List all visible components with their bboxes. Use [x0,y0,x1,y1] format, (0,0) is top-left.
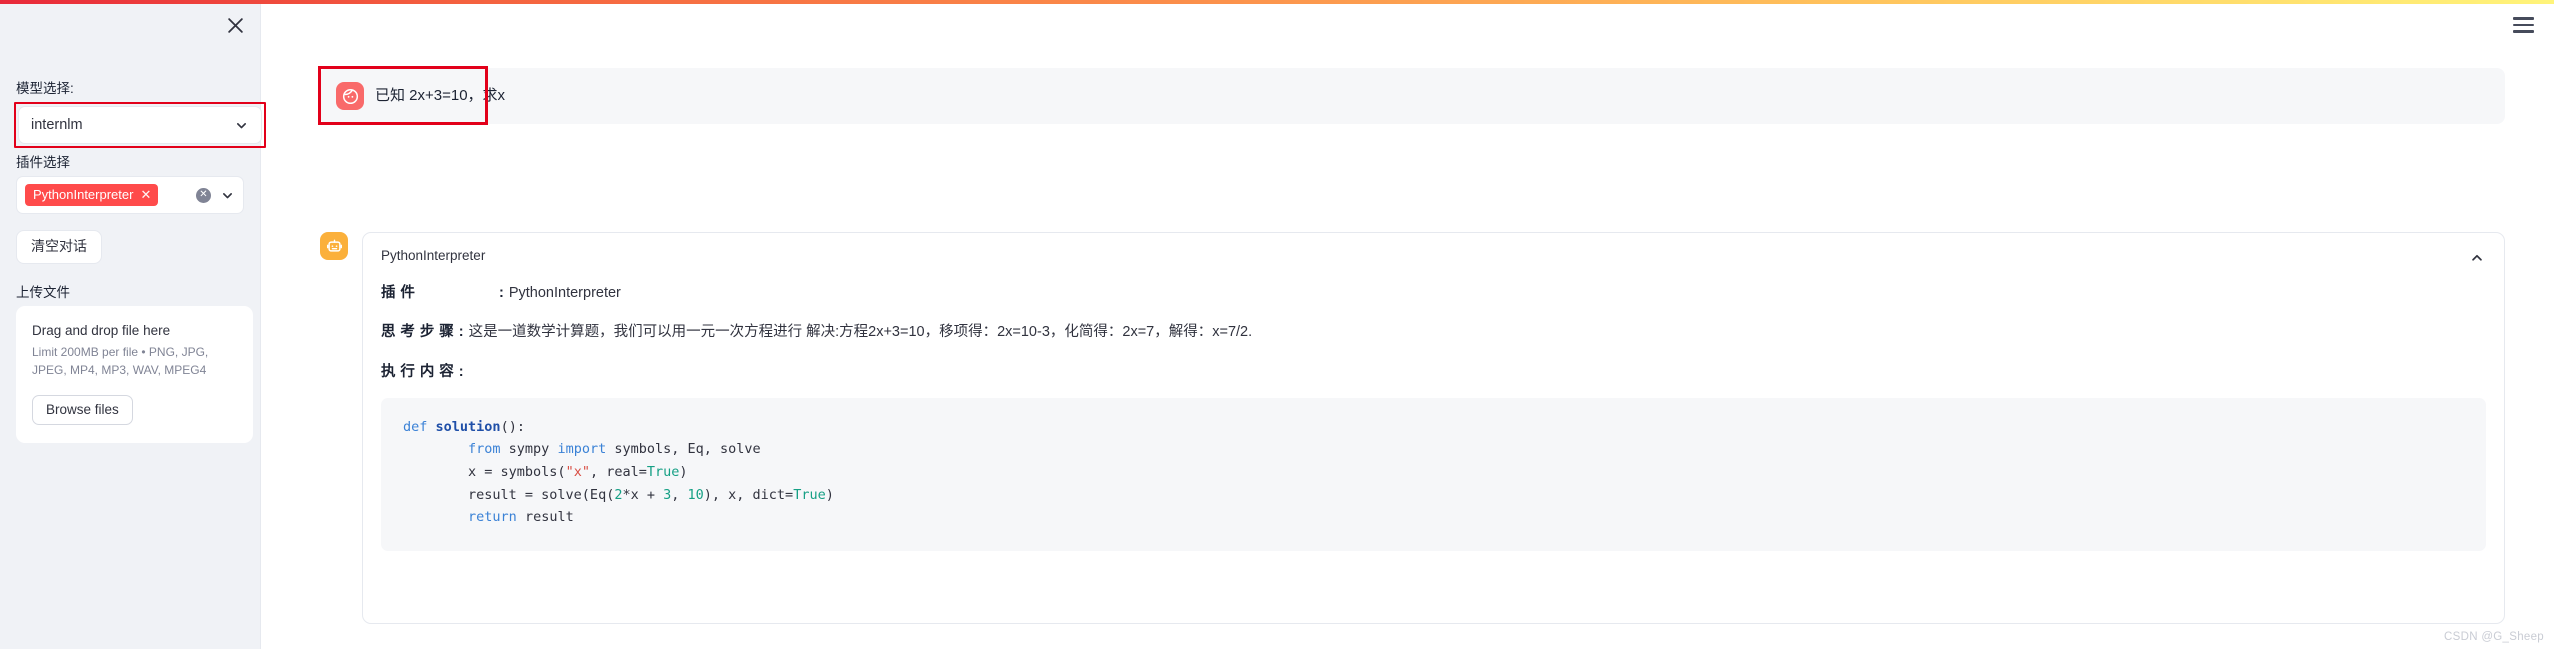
hamburger-bar [2512,17,2534,20]
user-message-background [320,68,2505,124]
code-punct: (): [500,418,525,435]
code-number: 3 [663,486,672,503]
model-select-value: internlm [31,116,83,133]
plugin-row-value: PythonInterpreter [508,284,621,301]
thinking-steps-colon: : [458,324,464,341]
close-icon[interactable] [222,12,248,38]
plugin-select-label: 插件选择 [16,155,70,171]
exec-content-key: 执行内容 [381,364,459,381]
clear-circle-icon[interactable]: ✕ [196,187,211,203]
code-keyword-import: import [557,441,607,458]
plugin-row-colon: : [499,284,504,301]
code-bool: True [646,464,680,481]
code-keyword-from: from [468,441,501,458]
robot-icon [320,232,348,260]
assistant-card-title: PythonInterpreter [381,248,486,263]
chevron-down-icon[interactable] [234,118,249,133]
user-message: 已知 2x+3=10，求x [320,68,505,124]
exec-content-row: 执行内容: [381,362,2486,384]
watermark: CSDN @G_Sheep [2444,631,2544,643]
clear-chat-button[interactable]: 清空对话 [16,230,102,265]
code-number: 10 [687,486,704,503]
model-select-highlight: internlm [14,102,266,149]
user-face-icon [336,82,364,110]
user-message-text: 已知 2x+3=10，求x [375,87,506,104]
plugin-tag[interactable]: PythonInterpreter ✕ [25,184,159,207]
assistant-card: PythonInterpreter 插件: PythonInterpreter 思… [362,232,2505,624]
chat-main: 已知 2x+3=10，求x PythonInterpreter 插件: Pyt… [261,4,2554,649]
plugin-tag-label: PythonInterpreter [33,187,134,203]
code-string: "x" [565,464,590,481]
hamburger-menu-icon[interactable] [2506,8,2540,42]
x-icon[interactable]: ✕ [140,188,151,201]
hamburger-bar [2512,30,2534,33]
top-gradient-bar [0,0,2554,4]
hamburger-bar [2512,23,2534,27]
file-dropzone[interactable]: Drag and drop file here Limit 200MB per … [16,306,253,444]
sidebar: 模型选择: internlm 插件选择 PythonInterpreter ✕ … [0,4,266,649]
chevron-down-icon[interactable] [220,188,235,203]
browse-files-button[interactable]: Browse files [32,395,133,426]
plugin-row: 插件: PythonInterpreter [381,283,2486,305]
chevron-up-icon[interactable] [2468,249,2486,267]
code-keyword-def: def [403,418,428,435]
dropzone-limits: Limit 200MB per file • PNG, JPG, JPEG, M… [32,345,209,377]
model-select[interactable]: internlm [18,106,262,145]
upload-file-label: 上传文件 [16,285,70,301]
code-block: def solution(): from sympy import symbol… [381,397,2486,552]
plugin-multiselect[interactable]: PythonInterpreter ✕ ✕ [16,176,244,215]
code-function-name: solution [435,418,501,435]
app-root: 模型选择: internlm 插件选择 PythonInterpreter ✕ … [0,0,2554,649]
code-bool: True [793,486,826,503]
dropzone-title: Drag and drop file here [32,323,171,339]
exec-content-colon: : [458,364,464,381]
model-select-label: 模型选择: [16,81,74,96]
plugin-row-key: 插件 [381,284,420,301]
thinking-steps-row: 思考步骤: 这是一道数学计算题，我们可以用一元一次方程进行 解决:方程2x+3=1… [381,322,2486,344]
code-number: 2 [614,486,623,503]
code-keyword-return: return [468,509,517,526]
thinking-steps-key: 思考步骤 [381,324,459,341]
assistant-message: PythonInterpreter 插件: PythonInterpreter 思… [320,232,2505,624]
thinking-steps-value: 这是一道数学计算题，我们可以用一元一次方程进行 解决:方程2x+3=10，移项得… [468,324,1253,341]
